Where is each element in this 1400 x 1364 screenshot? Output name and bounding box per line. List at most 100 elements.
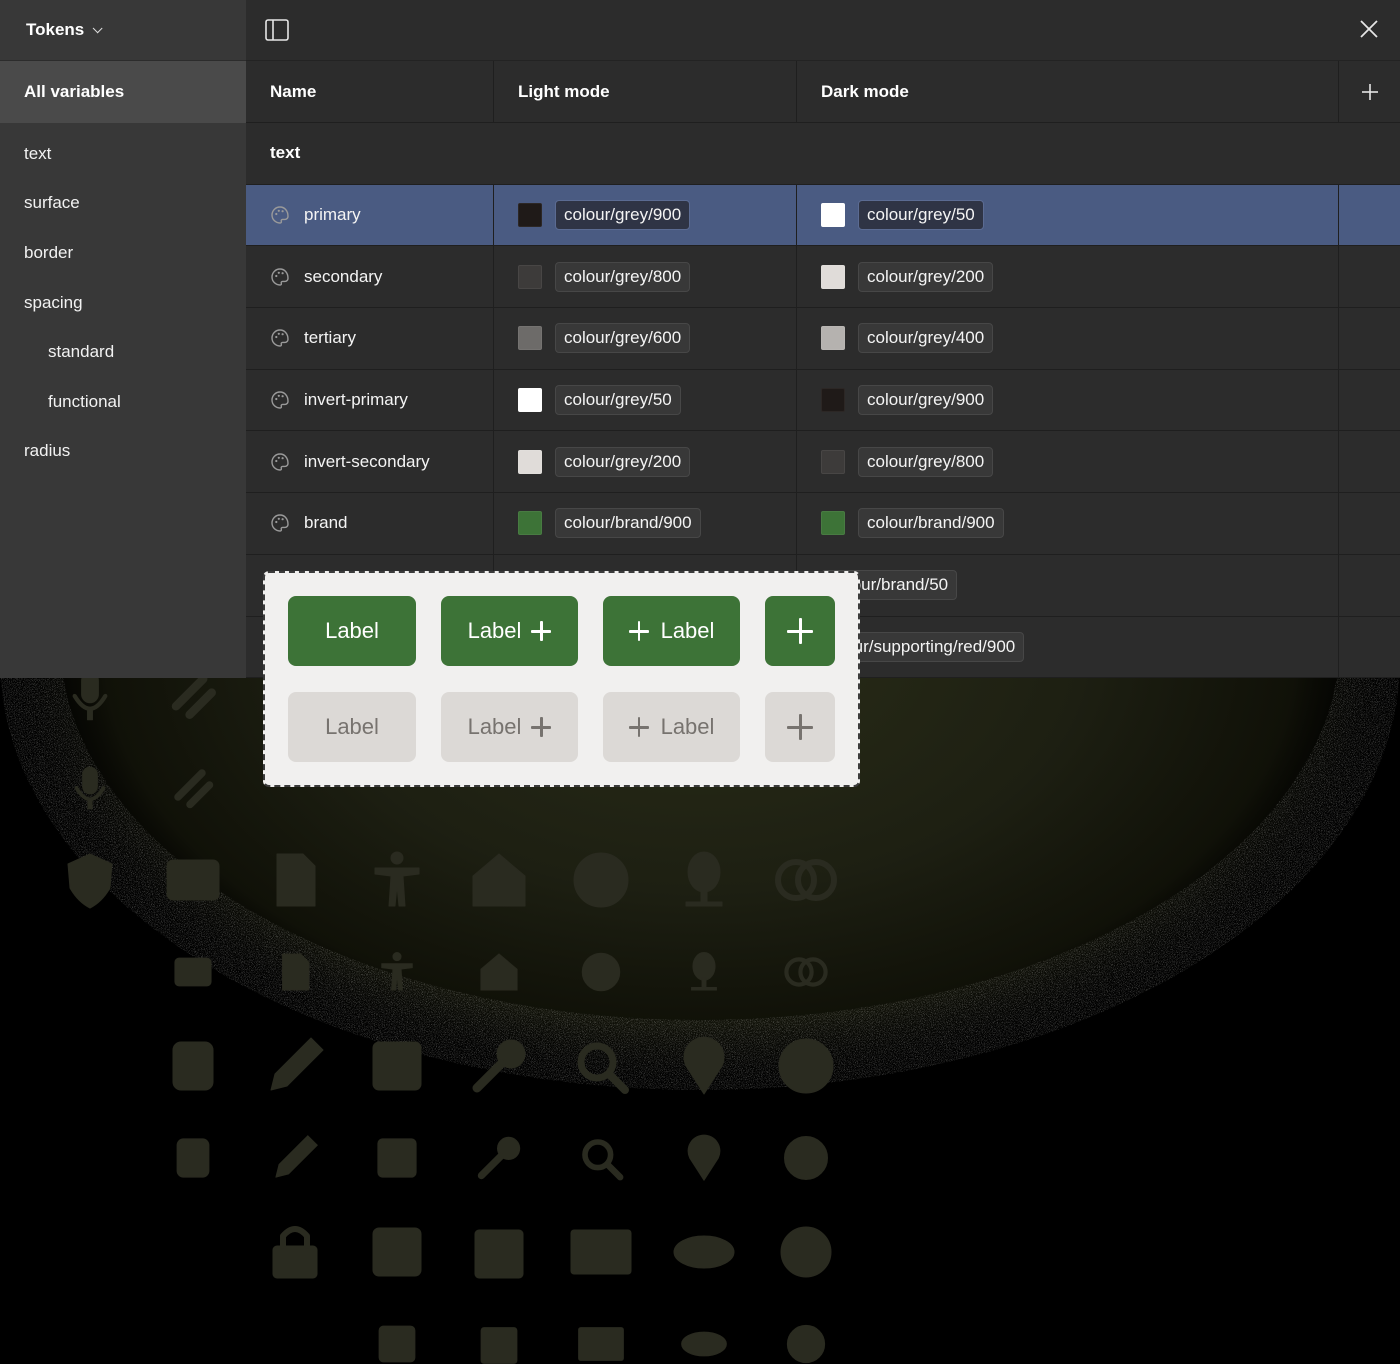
dark-mode-alias-chip[interactable]: colour/grey/900	[858, 385, 994, 416]
table-row[interactable]: primary colour/grey/900 colour/grey/50	[246, 184, 1400, 247]
button-label: Label	[325, 618, 379, 643]
button-label: Label	[467, 618, 522, 643]
sidebar-item-radius[interactable]: radius	[0, 427, 246, 477]
color-swatch[interactable]	[518, 388, 542, 413]
table-row[interactable]: tertiary colour/grey/600 colour/grey/400	[246, 308, 1400, 370]
panel-toggle-icon[interactable]	[265, 19, 289, 41]
table-row[interactable]: invert-primary colour/grey/50 colour/grey/…	[246, 369, 1400, 432]
sidebar-item-standard[interactable]: standard	[0, 327, 246, 377]
sidebar-item-surface[interactable]: surface	[0, 179, 246, 229]
group-list: text surface border spacing standard fun…	[0, 123, 246, 476]
palette-icon	[270, 267, 290, 287]
dark-mode-alias-chip[interactable]: colour/grey/400	[858, 323, 994, 354]
primary-button-leading-icon[interactable]: Label	[603, 596, 740, 666]
globe-icon	[573, 852, 629, 908]
palette-icon	[270, 205, 290, 225]
group-label: text	[270, 143, 301, 163]
sidebar-item-functional[interactable]: functional	[0, 377, 246, 427]
variable-name[interactable]: primary	[304, 205, 361, 225]
close-icon[interactable]	[1358, 18, 1380, 40]
add-mode-button[interactable]	[1339, 61, 1400, 122]
document-icon	[282, 953, 310, 991]
light-mode-alias-chip[interactable]: colour/grey/900	[555, 200, 691, 231]
settings-icon	[786, 1324, 826, 1364]
info-icon	[783, 1135, 829, 1181]
light-mode-alias-chip[interactable]: colour/grey/600	[555, 323, 691, 354]
button-label: Label	[660, 714, 715, 739]
color-swatch[interactable]	[518, 326, 542, 351]
variable-name[interactable]: invert-secondary	[304, 452, 430, 472]
disabled-icon-button[interactable]	[765, 692, 835, 762]
color-swatch[interactable]	[518, 511, 542, 536]
plus-icon	[628, 717, 649, 737]
color-swatch[interactable]	[518, 203, 542, 228]
plus-icon	[787, 714, 813, 740]
color-swatch[interactable]	[518, 264, 542, 289]
dark-mode-alias-chip[interactable]: colour/grey/50	[858, 200, 984, 231]
note-icon	[378, 1325, 416, 1363]
sidebar-item-spacing[interactable]: spacing	[0, 278, 246, 328]
column-header-dark-mode: Dark mode	[821, 81, 909, 101]
button-label: Label	[325, 714, 379, 739]
sidebar-item-text[interactable]: text	[0, 129, 246, 179]
document-icon	[276, 853, 316, 907]
color-swatch[interactable]	[821, 449, 845, 474]
variable-name[interactable]: invert-primary	[304, 390, 408, 410]
table-row[interactable]: secondary colour/grey/800 colour/grey/200	[246, 246, 1400, 309]
globe-icon	[581, 952, 621, 992]
plus-icon	[531, 717, 552, 737]
inbox-icon	[166, 859, 220, 901]
variable-name[interactable]: brand	[304, 513, 347, 533]
info-icon	[778, 1038, 834, 1094]
table-row[interactable]: brand colour/brand/900 colour/brand/900	[246, 493, 1400, 555]
tag-icon	[176, 1138, 210, 1178]
light-mode-alias-chip[interactable]: colour/brand/900	[555, 508, 701, 539]
collections-sidebar: Tokens All variables text surface border…	[0, 0, 246, 678]
plus-icon	[531, 621, 552, 641]
light-mode-alias-chip[interactable]: colour/grey/800	[555, 261, 691, 292]
eye-off-icon	[681, 1331, 727, 1357]
button-label: Label	[660, 618, 715, 643]
column-header-name: Name	[270, 81, 317, 101]
variable-name[interactable]: tertiary	[304, 328, 356, 348]
primary-button[interactable]: Label	[288, 596, 416, 666]
primary-icon-button[interactable]	[765, 596, 835, 666]
inbox-icon	[174, 957, 212, 987]
add-mode-icon	[1361, 83, 1378, 100]
dark-mode-alias-chip[interactable]: colour/grey/200	[858, 261, 994, 292]
table-row[interactable]: invert-secondary colour/grey/200 colour/gr…	[246, 431, 1400, 494]
lock-icon	[272, 1226, 318, 1279]
map-pin-icon	[687, 1134, 721, 1181]
calendar-icon	[480, 1327, 518, 1364]
palette-icon	[270, 390, 290, 410]
dark-mode-alias-chip[interactable]: colour/brand/900	[858, 508, 1004, 539]
image-icon	[570, 1229, 632, 1275]
color-swatch[interactable]	[821, 264, 845, 289]
color-swatch[interactable]	[821, 326, 845, 351]
disabled-button-trailing-icon[interactable]: Label	[441, 692, 578, 762]
disabled-button-leading-icon[interactable]: Label	[603, 692, 740, 762]
plus-icon	[628, 621, 649, 641]
light-mode-alias-chip[interactable]: colour/grey/50	[555, 385, 681, 416]
light-mode-alias-chip[interactable]: colour/grey/200	[555, 446, 691, 477]
color-swatch[interactable]	[821, 203, 845, 228]
primary-button-trailing-icon[interactable]: Label	[441, 596, 578, 666]
eye-off-icon	[673, 1235, 735, 1269]
collection-switcher[interactable]: Tokens	[0, 0, 246, 61]
sidebar-item-all-variables[interactable]: All variables	[0, 61, 246, 123]
color-swatch[interactable]	[821, 511, 845, 536]
collection-title: Tokens	[26, 20, 85, 39]
color-swatch[interactable]	[518, 449, 542, 474]
dark-mode-alias-chip[interactable]: colour/grey/800	[858, 446, 994, 477]
palette-icon	[270, 513, 290, 533]
button-showcase-card: Label Label Label Label Label Label	[263, 571, 860, 787]
disabled-button[interactable]: Label	[288, 692, 416, 762]
plus-icon	[787, 618, 813, 644]
sidebar-item-border[interactable]: border	[0, 228, 246, 278]
variable-name[interactable]: secondary	[304, 267, 382, 287]
palette-icon	[270, 452, 290, 472]
note-icon	[372, 1227, 422, 1277]
color-swatch[interactable]	[821, 388, 845, 413]
settings-icon	[780, 1226, 832, 1278]
image-icon	[578, 1327, 624, 1361]
